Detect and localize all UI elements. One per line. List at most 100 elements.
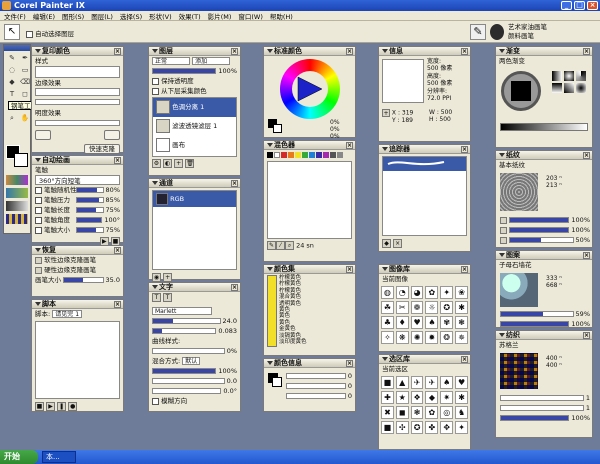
image-item[interactable]: ♠: [425, 316, 439, 329]
selection-item[interactable]: ◆: [425, 391, 439, 404]
menu-help[interactable]: 帮助(H): [270, 11, 293, 21]
menu-edit[interactable]: 编辑(E): [33, 11, 55, 21]
brush-tool-icon[interactable]: ✎: [6, 53, 18, 64]
gradient-bar[interactable]: [500, 123, 588, 131]
mixer-swatch[interactable]: [281, 152, 287, 158]
text-type-icon[interactable]: T: [152, 293, 161, 302]
selection-item[interactable]: ■: [381, 376, 394, 389]
tracker-delete-icon[interactable]: ×: [393, 239, 403, 248]
selection-item[interactable]: ♥: [455, 376, 468, 389]
row-checkbox[interactable]: [35, 216, 42, 224]
layer-item[interactable]: 色调分离 1: [153, 98, 236, 117]
image-item[interactable]: ♥: [410, 316, 424, 329]
linear-gradient-icon[interactable]: [552, 71, 562, 81]
panel-close-icon[interactable]: ×: [114, 48, 121, 55]
menu-file[interactable]: 文件(F): [4, 11, 26, 21]
panel-close-icon[interactable]: ×: [114, 157, 121, 164]
paper-brightness-slider[interactable]: [509, 237, 574, 243]
menu-movie[interactable]: 影片(M): [208, 11, 232, 21]
mixer-swatch[interactable]: [295, 152, 301, 158]
image-item[interactable]: ✪: [440, 301, 454, 314]
mixer-swatch[interactable]: [316, 152, 322, 158]
row-slider[interactable]: [76, 227, 104, 233]
soft-clone-icon[interactable]: [35, 256, 42, 264]
taskbar-item[interactable]: 本...: [42, 451, 76, 463]
panel-close-icon[interactable]: ×: [461, 48, 468, 55]
hue-ring[interactable]: [280, 59, 340, 119]
menu-layers[interactable]: 图层(L): [91, 11, 113, 21]
panel-close-icon[interactable]: ×: [346, 142, 353, 149]
script-list[interactable]: [35, 321, 120, 399]
clone-apply-button[interactable]: [103, 130, 120, 140]
weave-chip[interactable]: [6, 214, 28, 224]
image-item[interactable]: ✦: [440, 286, 454, 299]
weave-scale-slider[interactable]: [500, 395, 584, 401]
mixer-swatch[interactable]: [267, 152, 273, 158]
selection-item[interactable]: ✚: [381, 391, 394, 404]
selection-item[interactable]: ✿: [425, 406, 439, 419]
fill-tool-icon[interactable]: ◆: [6, 77, 18, 88]
weave-opacity-slider[interactable]: [500, 415, 570, 421]
info-secondary-swatch[interactable]: [272, 377, 282, 387]
red-slider[interactable]: [286, 373, 346, 379]
row-checkbox[interactable]: [35, 186, 42, 194]
clone-edge-box[interactable]: [35, 88, 120, 96]
panel-close-icon[interactable]: ×: [346, 48, 353, 55]
image-item[interactable]: ❂: [440, 331, 454, 344]
preserve-transparency-checkbox[interactable]: [152, 77, 159, 85]
font-select[interactable]: Marlett: [152, 307, 212, 315]
brush-selector-icon[interactable]: ✎: [470, 24, 486, 40]
menu-shapes[interactable]: 形状(V): [149, 11, 172, 21]
clone-style-box[interactable]: [35, 66, 120, 78]
script-pause-icon[interactable]: ❚: [57, 402, 67, 411]
selection-item[interactable]: ❃: [410, 406, 424, 419]
selection-item[interactable]: ◼: [395, 406, 409, 419]
eraser-tool-icon[interactable]: ⌫: [19, 77, 31, 88]
blur-direction-checkbox[interactable]: [152, 397, 159, 405]
current-tool-icon[interactable]: ↖: [4, 24, 20, 40]
secondary-color-swatch[interactable]: [273, 124, 282, 133]
clone-slider-1[interactable]: [35, 99, 120, 105]
image-item[interactable]: ❋: [395, 331, 409, 344]
selection-item[interactable]: ✣: [395, 421, 409, 434]
pattern-chip[interactable]: [6, 188, 28, 198]
mixer-pad[interactable]: [267, 161, 352, 239]
image-item[interactable]: ✿: [425, 286, 439, 299]
image-item[interactable]: ☘: [381, 301, 394, 314]
mixer-swatch[interactable]: [302, 152, 308, 158]
layer-composite-select[interactable]: 添加: [192, 57, 231, 65]
script-play-icon[interactable]: ▶: [46, 402, 56, 411]
mixer-swatch[interactable]: [323, 152, 329, 158]
panel-close-icon[interactable]: ×: [114, 301, 121, 308]
image-item[interactable]: ✵: [455, 331, 468, 344]
image-item[interactable]: ✱: [455, 301, 468, 314]
green-slider[interactable]: [286, 383, 346, 389]
auto-select-layer-checkbox[interactable]: [26, 30, 33, 38]
image-item[interactable]: ☼: [425, 301, 439, 314]
menu-effects[interactable]: 效果(T): [179, 11, 201, 21]
image-item[interactable]: ✧: [381, 331, 394, 344]
row-slider[interactable]: [76, 197, 104, 203]
menu-canvas[interactable]: 图形(S): [62, 11, 84, 21]
layer-item[interactable]: 画布: [153, 136, 236, 155]
gradient-chip[interactable]: [6, 201, 28, 211]
weave-thickness-slider[interactable]: [500, 405, 584, 411]
delete-layer-icon[interactable]: 🗑: [185, 159, 195, 168]
hard-clone-icon[interactable]: [35, 266, 42, 274]
spiral-gradient-icon[interactable]: [576, 83, 586, 93]
paper-chip[interactable]: [6, 175, 28, 185]
panel-close-icon[interactable]: ×: [583, 48, 590, 55]
image-item[interactable]: ✺: [410, 331, 424, 344]
selection-item[interactable]: ♠: [440, 376, 454, 389]
layer-method-select[interactable]: 正常: [152, 57, 190, 65]
script-select[interactable]: 请见完 1: [52, 310, 83, 318]
selection-item[interactable]: ♞: [455, 406, 468, 419]
panel-close-icon[interactable]: ×: [461, 266, 468, 273]
image-item[interactable]: ♦: [395, 316, 409, 329]
image-item[interactable]: ❃: [455, 316, 468, 329]
row-checkbox[interactable]: [35, 196, 42, 204]
panel-close-icon[interactable]: ×: [231, 284, 238, 291]
shape-tool-icon[interactable]: ◻: [19, 89, 31, 100]
layer-adjust-icon[interactable]: ⚙: [152, 159, 161, 168]
mixer-dropper-icon[interactable]: ⁄: [276, 241, 285, 250]
